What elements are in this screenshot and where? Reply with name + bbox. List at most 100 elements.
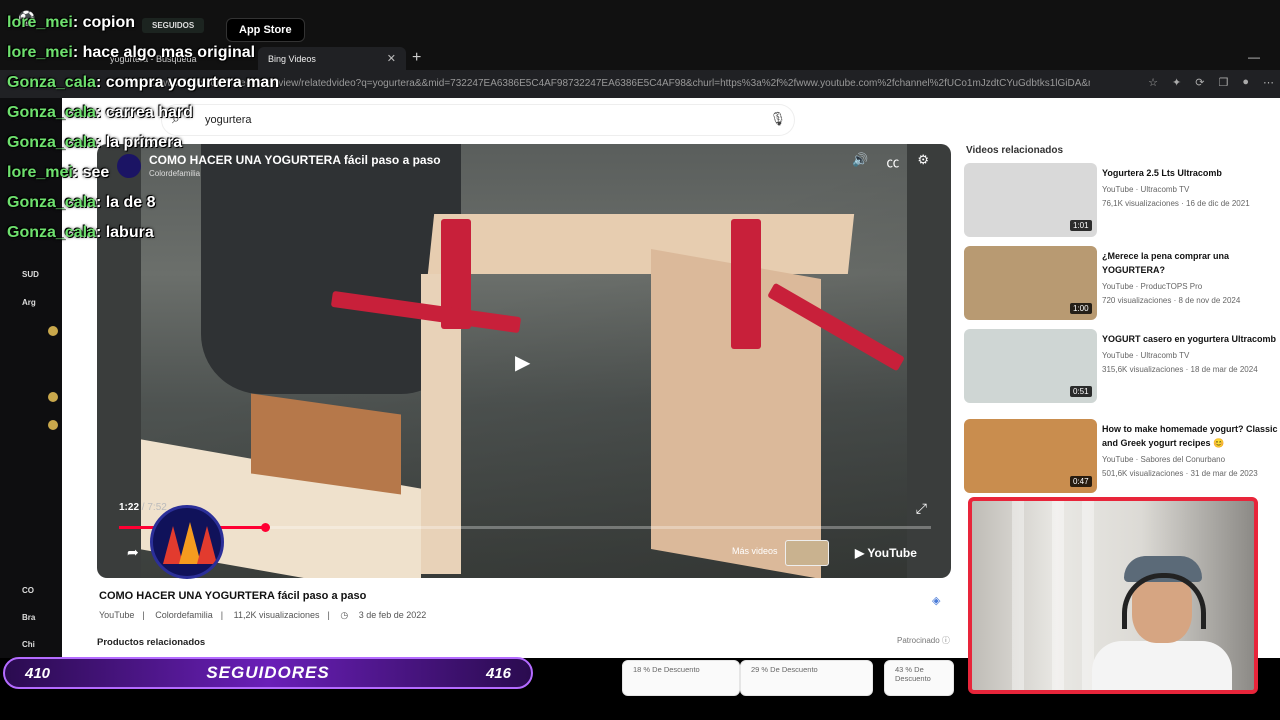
sponsored-text: Patrocinado xyxy=(897,636,940,645)
bottom-bar xyxy=(0,700,1280,720)
chat-username: Gonza_cala xyxy=(7,104,96,121)
volume-icon[interactable]: 🔊 xyxy=(852,152,868,171)
video-date: 3 de feb de 2022 xyxy=(358,610,427,620)
product-discount: 43 % De Descuento xyxy=(895,665,931,683)
product-discount: 18 % De Descuento xyxy=(633,665,700,674)
related-video-item[interactable]: 0:47 How to make homemade yogurt? Classi… xyxy=(964,419,1280,495)
related-title[interactable]: How to make homemade yogurt? Classic and… xyxy=(1102,422,1280,450)
share-icon[interactable]: ➦ xyxy=(127,544,139,561)
profile-icon[interactable]: ● xyxy=(1242,76,1249,89)
chat-text: : compra yogurtera man xyxy=(95,74,280,91)
time-display: 1:22 / 7:52 xyxy=(119,502,167,513)
related-video-item[interactable]: 0:51 YOGURT casero en yogurtera Ultracom… xyxy=(964,329,1280,405)
chat-username: Gonza_cala xyxy=(7,74,96,91)
related-source: YouTube · Ultracomb TV xyxy=(1102,351,1190,360)
video-meta: YouTube | Colordefamilia | 11,2K visualiza… xyxy=(99,610,434,621)
progress-bar[interactable] xyxy=(119,523,931,532)
youtube-logo[interactable]: ▶ YouTube xyxy=(855,546,917,560)
side-item[interactable]: Arg xyxy=(22,298,36,307)
side-item[interactable]: Bra xyxy=(22,613,35,622)
frame-top-board xyxy=(427,214,855,274)
chat-username: lore_mei xyxy=(7,44,73,61)
minimize-icon[interactable]: — xyxy=(1248,50,1260,64)
chat-message: lore_mei: hace algo mas original xyxy=(7,38,279,68)
related-duration: 0:47 xyxy=(1070,476,1092,487)
related-duration: 0:51 xyxy=(1070,386,1092,397)
webcam-overlay xyxy=(968,497,1258,694)
chat-username: Gonza_cala xyxy=(7,194,96,211)
sep: | xyxy=(142,610,145,620)
related-views: 315,6K visualizaciones · 18 de mar de 20… xyxy=(1102,365,1258,374)
side-item[interactable]: SUD xyxy=(22,270,39,279)
clock-icon: ◷ xyxy=(340,610,349,620)
chat-text: : hace algo mas original xyxy=(72,44,256,61)
chat-username: lore_mei xyxy=(7,164,73,181)
tab-bing-videos[interactable]: Bing Videos ✕ xyxy=(258,47,406,70)
video-title[interactable]: COMO HACER UNA YOGURTERA fácil paso a pa… xyxy=(99,590,366,602)
related-source: YouTube · Sabores del Conurbano xyxy=(1102,455,1226,464)
captions-icon[interactable]: ㏄ xyxy=(886,152,899,171)
related-video-item[interactable]: 1:01 Yogurtera 2.5 Lts Ultracomb YouTube… xyxy=(964,163,1280,239)
streamer-shirt xyxy=(1092,641,1232,690)
related-title[interactable]: YOGURT casero en yogurtera Ultracomb xyxy=(1102,332,1280,346)
video-views: 11,2K visualizaciones xyxy=(233,610,320,620)
related-video-item[interactable]: 1:00 ¿Merece la pena comprar una YOGURTE… xyxy=(964,246,1280,322)
chat-text: : la primera xyxy=(95,134,183,151)
new-tab-icon[interactable]: + xyxy=(412,49,421,67)
followers-label: SEGUIDORES xyxy=(206,663,330,682)
related-videos-header: Videos relacionados xyxy=(966,145,1064,156)
chat-username: Gonza_cala xyxy=(7,224,96,241)
related-duration: 1:01 xyxy=(1070,220,1092,231)
player-top-controls: 🔊 ㏄ ⚙ xyxy=(852,152,929,171)
related-duration: 1:00 xyxy=(1070,303,1092,314)
more-icon[interactable]: ⋯ xyxy=(1263,76,1274,89)
video-channel[interactable]: Colordefamilia xyxy=(155,610,213,620)
fullscreen-icon[interactable]: ⤢ xyxy=(916,500,927,517)
chat-text: : see xyxy=(72,164,110,181)
related-source: YouTube · ProducTOPS Pro xyxy=(1102,282,1203,291)
extension-icon[interactable]: ✦ xyxy=(1172,76,1181,89)
logo-flame xyxy=(197,526,217,564)
toolbar-icons: ☆ ✦ ⟳ ❐ ● ⋯ xyxy=(1148,76,1274,89)
product-discount: 29 % De Descuento xyxy=(751,665,818,674)
product-card[interactable]: 29 % De Descuento xyxy=(740,660,873,696)
curtain-fold xyxy=(1012,501,1024,690)
chat-text: : labura xyxy=(95,224,154,241)
team-badge-icon xyxy=(48,392,58,402)
products-label: Productos relacionados xyxy=(97,637,206,648)
followers-current: 410 xyxy=(25,664,51,682)
more-videos-label[interactable]: Más videos xyxy=(732,546,778,556)
bing-badge-icon[interactable]: ◈ xyxy=(932,594,940,607)
collections-icon[interactable]: ❐ xyxy=(1218,76,1228,89)
team-badge-icon xyxy=(48,326,58,336)
clamp xyxy=(731,219,761,349)
chat-message: Gonza_cala: la primera xyxy=(7,128,279,158)
chat-message: Gonza_cala: compra yogurtera man xyxy=(7,68,279,98)
related-title[interactable]: ¿Merece la pena comprar una YOGURTERA? xyxy=(1102,249,1280,277)
related-views: 76,1K visualizaciones · 16 de dic de 202… xyxy=(1102,199,1250,208)
duration: / 7:52 xyxy=(141,502,167,513)
chat-text: : copion xyxy=(72,14,136,31)
close-tab-icon[interactable]: ✕ xyxy=(387,52,396,65)
sponsored-label: Patrocinado ⓘ xyxy=(897,636,950,645)
chat-text: : carrea hard xyxy=(95,104,193,121)
settings-gear-icon[interactable]: ⚙ xyxy=(917,152,929,171)
chat-text: : la de 8 xyxy=(95,194,156,211)
product-card[interactable]: 18 % De Descuento xyxy=(622,660,740,696)
side-item[interactable]: Chi xyxy=(22,640,35,649)
curtain-fold xyxy=(1052,501,1064,690)
related-views: 720 visualizaciones · 8 de nov de 2024 xyxy=(1102,296,1241,305)
favorite-star-icon[interactable]: ☆ xyxy=(1148,76,1158,89)
related-title[interactable]: Yogurtera 2.5 Lts Ultracomb xyxy=(1102,166,1280,180)
side-item[interactable]: CO xyxy=(22,586,34,595)
chat-message: Gonza_cala: labura xyxy=(7,218,279,248)
current-time: 1:22 xyxy=(119,502,140,513)
refresh-icon[interactable]: ⟳ xyxy=(1195,76,1204,89)
play-icon[interactable]: ▶ xyxy=(515,350,530,375)
more-videos-thumbnail[interactable] xyxy=(785,540,829,566)
product-card[interactable]: 43 % De Descuento xyxy=(884,660,954,696)
related-source: YouTube · Ultracomb TV xyxy=(1102,185,1190,194)
chat-message: lore_mei: see xyxy=(7,158,279,188)
microphone-icon[interactable]: 🎙 xyxy=(769,111,786,127)
sep: | xyxy=(327,610,330,620)
